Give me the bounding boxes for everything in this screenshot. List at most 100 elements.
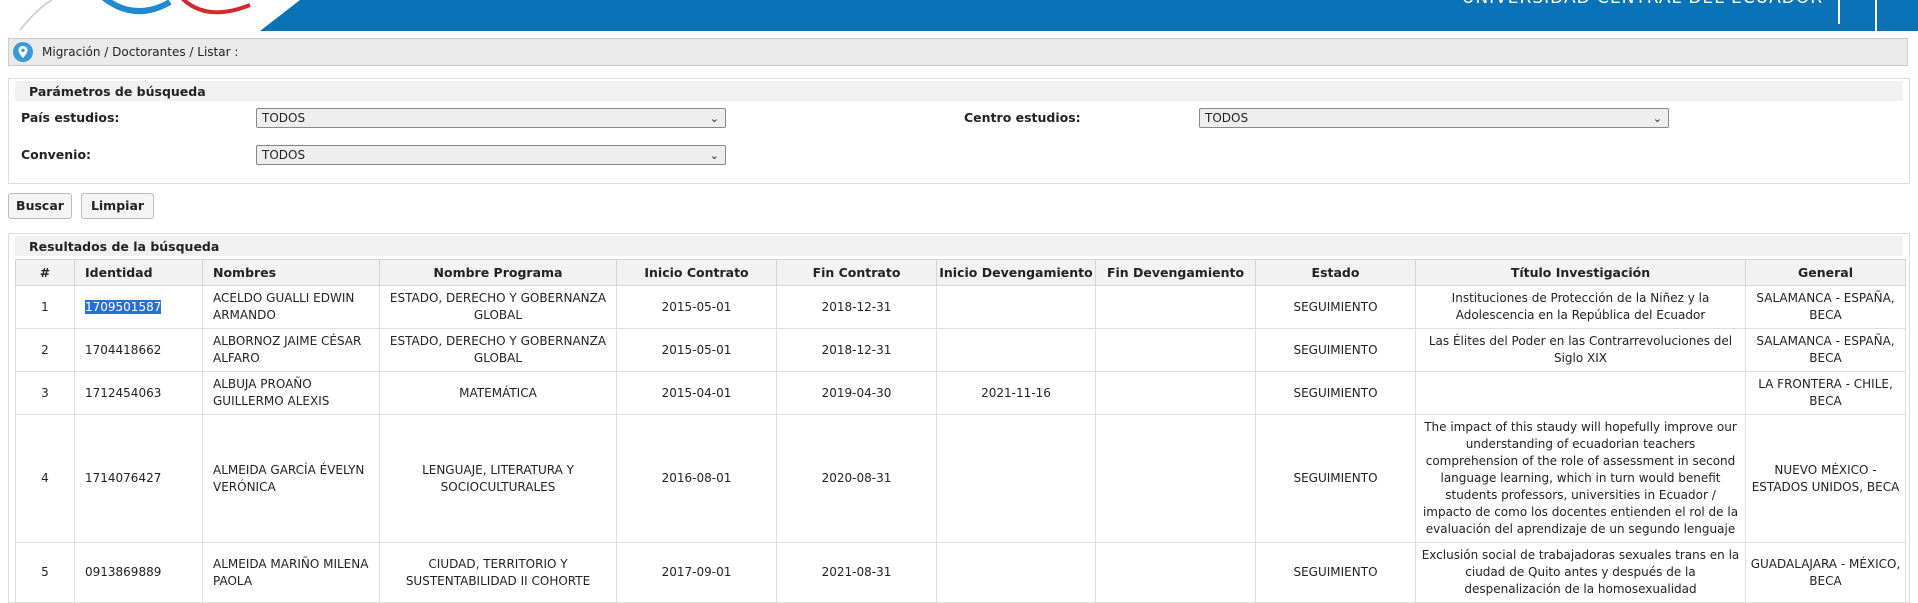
cell-programa: LENGUAJE, LITERATURA Y SOCIOCULTURALES [379, 414, 617, 543]
chevron-down-icon: ⌄ [1652, 112, 1662, 125]
cell-estado: SEGUIMIENTO [1255, 414, 1416, 543]
search-panel: Parámetros de búsqueda [8, 78, 1910, 184]
chevron-down-icon: ⌄ [709, 112, 719, 125]
cell-nombres: ACELDO GUALLI EDWIN ARMANDO [202, 285, 380, 329]
top-banner: UNIVERSIDAD CENTRAL DEL ECUADOR [0, 0, 1918, 31]
centro-estudios-value: TODOS [1205, 111, 1249, 125]
pais-estudios-label: País estudios: [21, 110, 120, 125]
cell-fin-contrato: 2019-04-30 [776, 371, 937, 415]
cell-identidad: 1712454063 [74, 371, 203, 415]
cell-programa: CIUDAD, TERRITORIO Y SUSTENTABILIDAD II … [379, 542, 617, 603]
cell-fin-contrato: 2020-08-31 [776, 414, 937, 543]
cell-titulo [1415, 371, 1746, 415]
cell-nombres: ALBUJA PROAÑO GUILLERMO ALEXIS [202, 371, 380, 415]
cell-general: NUEVO MÉXICO - ESTADOS UNIDOS, BECA [1745, 414, 1906, 543]
cell-num: 3 [15, 371, 75, 415]
cell-num: 2 [15, 328, 75, 372]
cell-titulo: Exclusión social de trabajadoras sexuale… [1415, 542, 1746, 603]
table-row[interactable]: 1 1709501587 ACELDO GUALLI EDWIN ARMANDO… [15, 285, 1906, 329]
column-header-inicio-contrato[interactable]: Inicio Contrato [616, 259, 777, 286]
cell-programa: MATEMÁTICA [379, 371, 617, 415]
cell-programa: ESTADO, DERECHO Y GOBERNANZA GLOBAL [379, 328, 617, 372]
centro-estudios-select[interactable]: TODOS ⌄ [1199, 108, 1669, 128]
cell-estado: SEGUIMIENTO [1255, 285, 1416, 329]
limpiar-button[interactable]: Limpiar [81, 193, 154, 219]
cell-identidad: 1709501587 [74, 285, 203, 329]
column-header-fin-devengamiento[interactable]: Fin Devengamiento [1095, 259, 1256, 286]
table-row[interactable]: 2 1704418662 ALBORNOZ JAIME CÉSAR ALFARO… [15, 328, 1906, 372]
location-pin-icon [13, 42, 33, 62]
cell-titulo: The impact of this staudy will hopefully… [1415, 414, 1746, 543]
cell-inicio-devengamiento [936, 542, 1096, 603]
pais-estudios-select[interactable]: TODOS ⌄ [256, 108, 726, 128]
cell-fin-devengamiento [1095, 285, 1256, 329]
column-header-titulo[interactable]: Título Investigación [1415, 259, 1746, 286]
column-header-num[interactable]: # [15, 259, 75, 286]
header-divider [1838, 0, 1840, 24]
cell-inicio-devengamiento [936, 328, 1096, 372]
cell-inicio-contrato: 2015-05-01 [616, 285, 777, 329]
university-logo [0, 0, 330, 31]
cell-inicio-devengamiento [936, 285, 1096, 329]
cell-nombres: ALMEIDA GARCÍA ÉVELYN VERÓNICA [202, 414, 380, 543]
results-table: # Identidad Nombres Nombre Programa Inic… [15, 259, 1906, 603]
buscar-button[interactable]: Buscar [8, 193, 72, 219]
results-panel-title: Resultados de la búsqueda [29, 239, 220, 254]
table-row[interactable]: 5 0913869889 ALMEIDA MARIÑO MILENA PAOLA… [15, 542, 1906, 603]
selected-text: 1709501587 [85, 299, 162, 314]
cell-estado: SEGUIMIENTO [1255, 371, 1416, 415]
cell-general: SALAMANCA - ESPAÑA, BECA [1745, 285, 1906, 329]
cell-num: 4 [15, 414, 75, 543]
cell-fin-contrato: 2018-12-31 [776, 285, 937, 329]
cell-identidad: 1704418662 [74, 328, 203, 372]
cell-identidad: 0913869889 [74, 542, 203, 603]
header-divider-2 [1875, 0, 1877, 31]
cell-fin-devengamiento [1095, 371, 1256, 415]
cell-inicio-contrato: 2015-05-01 [616, 328, 777, 372]
cell-inicio-devengamiento [936, 414, 1096, 543]
column-header-fin-contrato[interactable]: Fin Contrato [776, 259, 937, 286]
cell-general: GUADALAJARA - MÉXICO, BECA [1745, 542, 1906, 603]
cell-num: 5 [15, 542, 75, 603]
university-title: UNIVERSIDAD CENTRAL DEL ECUADOR [1462, 0, 1823, 8]
cell-fin-devengamiento [1095, 542, 1256, 603]
column-header-general[interactable]: General [1745, 259, 1906, 286]
cell-inicio-contrato: 2015-04-01 [616, 371, 777, 415]
cell-nombres: ALMEIDA MARIÑO MILENA PAOLA [202, 542, 380, 603]
column-header-nombres[interactable]: Nombres [202, 259, 380, 286]
cell-estado: SEGUIMIENTO [1255, 328, 1416, 372]
cell-num: 1 [15, 285, 75, 329]
cell-identidad: 1714076427 [74, 414, 203, 543]
cell-titulo: Las Élites del Poder en las Contrarrevol… [1415, 328, 1746, 372]
results-panel-header [15, 236, 1903, 256]
cell-programa: ESTADO, DERECHO Y GOBERNANZA GLOBAL [379, 285, 617, 329]
table-row[interactable]: 4 1714076427 ALMEIDA GARCÍA ÉVELYN VERÓN… [15, 414, 1906, 543]
column-header-inicio-devengamiento[interactable]: Inicio Devengamiento [936, 259, 1096, 286]
cell-fin-devengamiento [1095, 328, 1256, 372]
search-panel-header [15, 81, 1903, 101]
centro-estudios-label: Centro estudios: [964, 110, 1081, 125]
cell-inicio-contrato: 2016-08-01 [616, 414, 777, 543]
column-header-estado[interactable]: Estado [1255, 259, 1416, 286]
column-header-programa[interactable]: Nombre Programa [379, 259, 617, 286]
table-header-row: # Identidad Nombres Nombre Programa Inic… [15, 259, 1906, 286]
cell-titulo: Instituciones de Protección de la Niñez … [1415, 285, 1746, 329]
cell-inicio-contrato: 2017-09-01 [616, 542, 777, 603]
search-panel-title: Parámetros de búsqueda [29, 84, 206, 99]
cell-general: LA FRONTERA - CHILE, BECA [1745, 371, 1906, 415]
breadcrumb: Migración / Doctorantes / Listar : [8, 38, 1908, 66]
breadcrumb-text: Migración / Doctorantes / Listar : [42, 45, 239, 59]
cell-general: SALAMANCA - ESPAÑA, BECA [1745, 328, 1906, 372]
chevron-down-icon: ⌄ [709, 149, 719, 162]
column-header-identidad[interactable]: Identidad [74, 259, 203, 286]
convenio-select[interactable]: TODOS ⌄ [256, 145, 726, 165]
convenio-value: TODOS [262, 148, 306, 162]
cell-fin-contrato: 2021-08-31 [776, 542, 937, 603]
table-row[interactable]: 3 1712454063 ALBUJA PROAÑO GUILLERMO ALE… [15, 371, 1906, 415]
convenio-label: Convenio: [21, 147, 92, 162]
cell-fin-devengamiento [1095, 414, 1256, 543]
cell-estado: SEGUIMIENTO [1255, 542, 1416, 603]
pais-estudios-value: TODOS [262, 111, 306, 125]
cell-inicio-devengamiento: 2021-11-16 [936, 371, 1096, 415]
cell-fin-contrato: 2018-12-31 [776, 328, 937, 372]
